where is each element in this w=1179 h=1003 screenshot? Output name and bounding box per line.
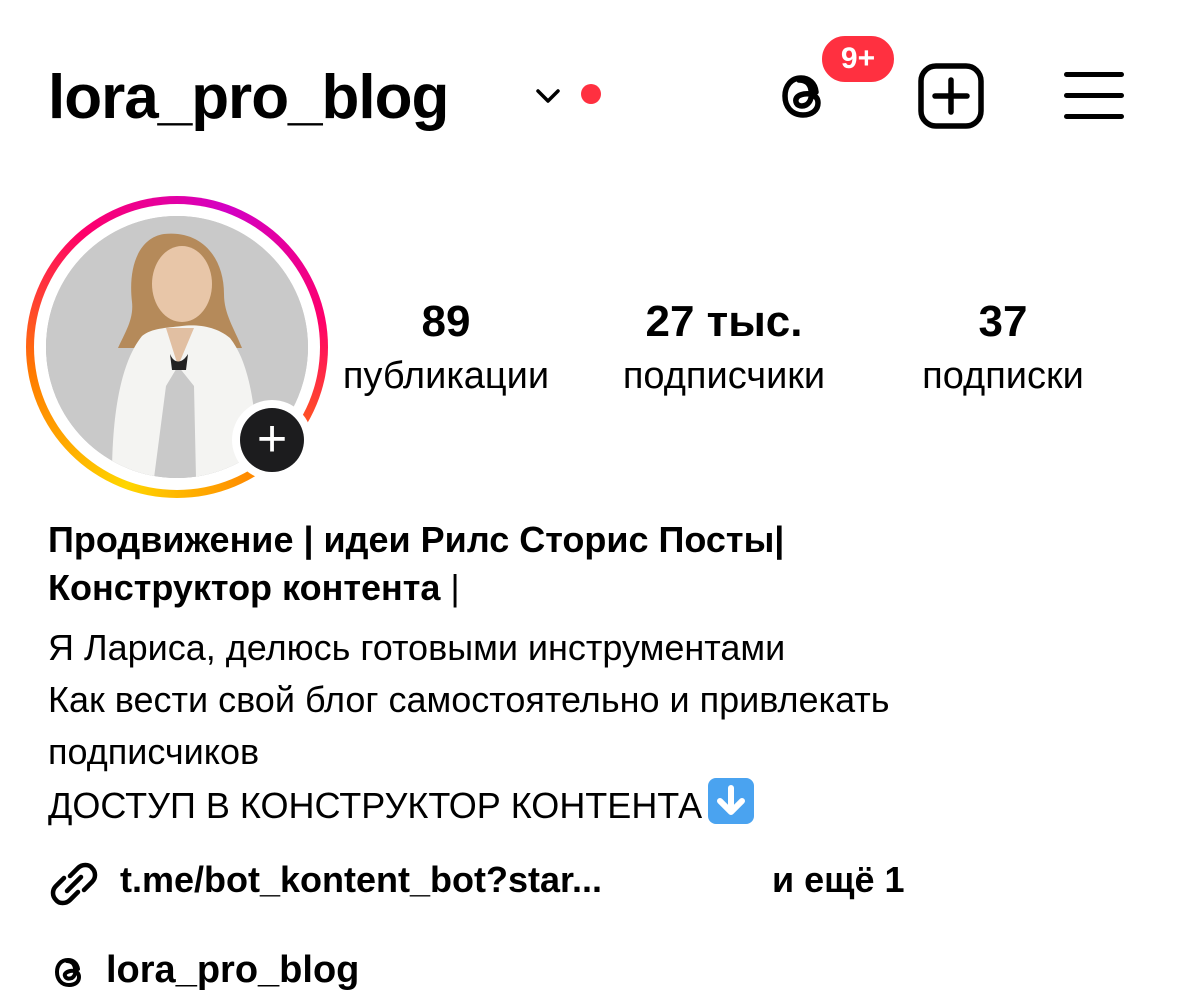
hamburger-menu-icon [1064, 93, 1124, 98]
threads-icon [54, 957, 82, 988]
posts-count[interactable]: 89 публикации [326, 292, 566, 400]
add-story-button[interactable]: + [232, 400, 312, 480]
posts-count-value: 89 [421, 297, 471, 346]
bio-link-row: t.me/bot_kontent_bot?star... и ещё 1 [48, 852, 1148, 908]
bio-line: ДОСТУП В КОНСТРУКТОР КОНТЕНТА [48, 778, 1158, 832]
bio-line: Как вести свой блог самостоятельно и при… [48, 679, 890, 720]
username-title[interactable]: lora_pro_blog [48, 58, 449, 138]
link-icon [50, 862, 98, 906]
down-arrow-emoji-icon [708, 778, 755, 824]
create-post-button[interactable] [916, 62, 986, 130]
more-links-button[interactable]: и ещё 1 [772, 852, 905, 908]
hamburger-menu-icon [1064, 72, 1124, 77]
followers-count-label: подписчики [622, 355, 826, 397]
bio-link[interactable]: t.me/bot_kontent_bot?star... [120, 852, 602, 908]
plus-icon: + [240, 408, 304, 472]
bio-text: Я Лариса, делюсь готовыми инструментами … [48, 622, 1158, 832]
followers-count[interactable]: 27 тыс. подписчики [598, 292, 850, 400]
plus-square-icon [918, 63, 984, 129]
bio-line: Я Лариса, делюсь готовыми инструментами [48, 627, 786, 668]
chevron-down-icon[interactable] [533, 84, 563, 108]
posts-count-label: публикации [342, 355, 550, 397]
followers-count-value: 27 тыс. [645, 297, 803, 346]
unread-dot [581, 84, 601, 104]
bio-line: подписчиков [48, 731, 260, 772]
threads-profile-link[interactable]: lora_pro_blog [48, 940, 648, 1000]
bio-name-line-1: Продвижение | идеи Рилс Сторис Посты| [48, 519, 785, 560]
bio-name-line-2: Конструктор контента | [48, 567, 460, 608]
following-count-value: 37 [978, 297, 1028, 346]
threads-handle: lora_pro_blog [106, 949, 360, 991]
following-count[interactable]: 37 подписки [900, 292, 1106, 400]
notification-badge: 9+ [818, 32, 898, 86]
hamburger-menu-icon [1064, 114, 1124, 119]
bio-name: Продвижение | идеи Рилс Сторис Посты| Ко… [48, 516, 1148, 612]
profile-header: lora_pro_blog 9+ [0, 0, 1179, 160]
menu-button[interactable] [1062, 68, 1126, 124]
following-count-label: подписки [922, 355, 1084, 397]
